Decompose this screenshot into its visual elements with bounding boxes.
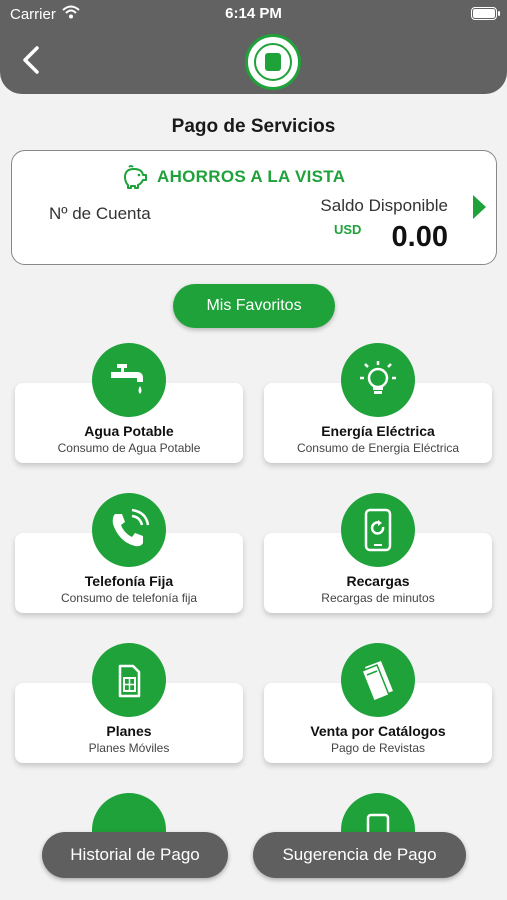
- currency-label: USD: [334, 222, 362, 237]
- service-icon-circle: [92, 493, 166, 567]
- service-icon-circle: [92, 343, 166, 417]
- payment-history-button[interactable]: Historial de Pago: [42, 832, 228, 878]
- service-partial-right[interactable]: [264, 793, 492, 833]
- account-type: AHORROS A LA VISTA: [157, 167, 346, 186]
- service-plans[interactable]: Planes Planes Móviles: [15, 643, 243, 791]
- battery-icon: [471, 7, 500, 20]
- catalog-icon: [361, 661, 393, 702]
- faucet-icon: [111, 364, 143, 394]
- sim-card-icon: [118, 664, 141, 698]
- top-bar: Carrier 6:14 PM: [0, 0, 507, 94]
- next-account-arrow-icon[interactable]: [473, 195, 486, 219]
- service-description: Consumo de Energia Eléctrica: [296, 441, 460, 455]
- service-recharge[interactable]: Recargas Recargas de minutos: [264, 493, 492, 641]
- status-bar: Carrier 6:14 PM: [0, 0, 507, 28]
- service-icon-circle: [92, 643, 166, 717]
- service-icon-circle: [341, 493, 415, 567]
- service-name: Planes: [106, 723, 152, 739]
- service-icon-circle: [92, 793, 166, 833]
- service-description: Consumo de telefonía fija: [60, 591, 198, 605]
- service-water[interactable]: Agua Potable Consumo de Agua Potable: [15, 343, 243, 491]
- account-number-label: Nº de Cuenta: [49, 204, 151, 223]
- chevron-left-icon[interactable]: [18, 44, 46, 76]
- balance-amount: 0.00: [391, 221, 448, 253]
- service-name: Agua Potable: [84, 423, 174, 439]
- service-catalog[interactable]: Venta por Catálogos Pago de Revistas: [264, 643, 492, 791]
- service-name: Energía Eléctrica: [321, 423, 435, 439]
- phone-icon: [112, 508, 150, 547]
- service-icon-circle: [341, 643, 415, 717]
- service-name: Telefonía Fija: [84, 573, 174, 589]
- service-icon-circle: [341, 343, 415, 417]
- cooperative-logo: [245, 34, 301, 90]
- service-electricity[interactable]: Energía Eléctrica Consumo de Energia Elé…: [264, 343, 492, 491]
- service-description: Pago de Revistas: [330, 741, 426, 755]
- logo-emblem: [265, 53, 281, 71]
- partial-service-icon: [366, 813, 390, 833]
- service-icon-circle: [341, 793, 415, 833]
- service-name: Venta por Catálogos: [310, 723, 446, 739]
- clock: 6:14 PM: [225, 5, 282, 22]
- favorites-button[interactable]: Mis Favoritos: [173, 284, 335, 328]
- service-description: Planes Móviles: [88, 741, 170, 755]
- service-description: Consumo de Agua Potable: [57, 441, 201, 455]
- balance-label: Saldo Disponible: [320, 196, 448, 215]
- service-partial-left[interactable]: [15, 793, 243, 833]
- lightbulb-icon: [360, 361, 396, 394]
- piggy-bank-icon: [124, 165, 147, 189]
- payment-suggestion-button[interactable]: Sugerencia de Pago: [253, 832, 466, 878]
- mobile-recharge-icon: [364, 508, 392, 552]
- account-card[interactable]: AHORROS A LA VISTA Nº de Cuenta Saldo Di…: [11, 150, 497, 265]
- service-description: Recargas de minutos: [321, 591, 435, 605]
- page-title: Pago de Servicios: [171, 116, 336, 137]
- service-landline[interactable]: Telefonía Fija Consumo de telefonía fija: [15, 493, 243, 641]
- service-name: Recargas: [346, 573, 410, 589]
